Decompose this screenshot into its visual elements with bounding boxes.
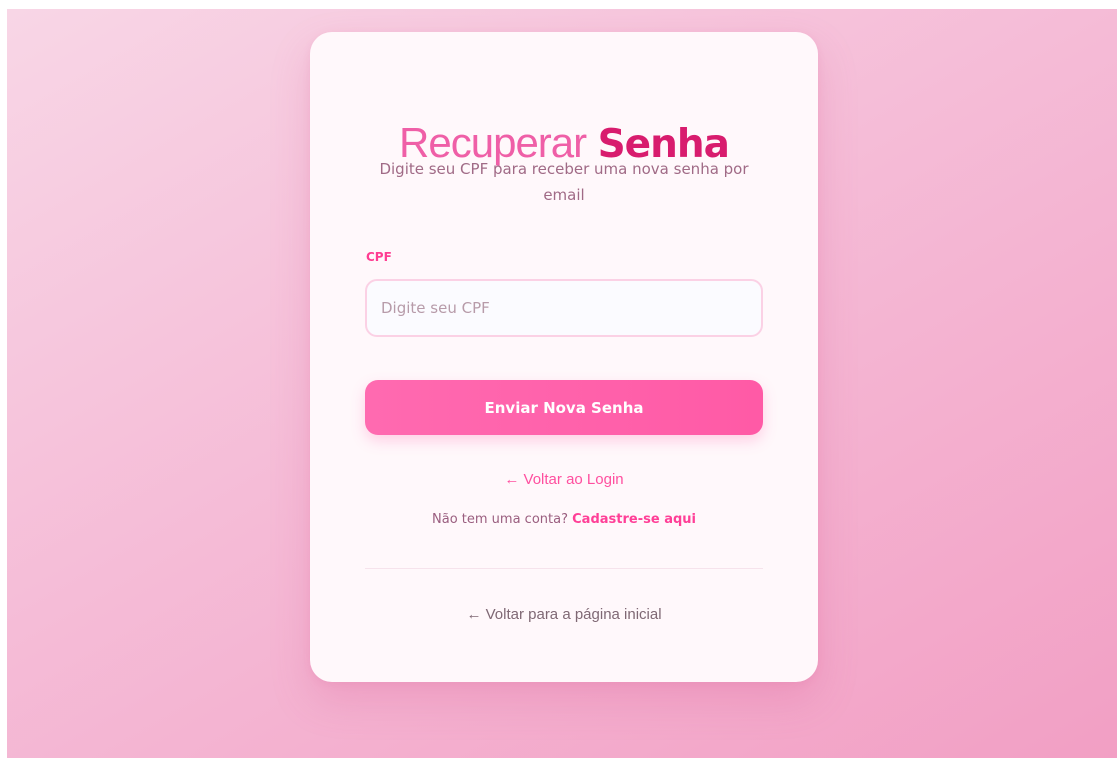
signup-prompt: Não tem uma conta? Cadastre-se aqui [310, 512, 818, 527]
back-to-login-link[interactable]: ← Voltar ao Login [310, 471, 818, 488]
page-background: Recuperar Senha Digite seu CPF para rece… [0, 0, 1117, 758]
cpf-input[interactable] [365, 279, 763, 337]
signup-link[interactable]: Cadastre-se aqui [572, 512, 696, 527]
cpf-label: CPF [366, 250, 392, 264]
page-subtitle: Digite seu CPF para receber uma nova sen… [379, 160, 749, 204]
send-new-password-button[interactable]: Enviar Nova Senha [365, 380, 763, 435]
back-to-home-link[interactable]: ← Voltar para a página inicial [310, 606, 818, 623]
no-account-text: Não tem uma conta? [432, 512, 568, 527]
divider [365, 568, 763, 569]
browser-viewport: Recuperar Senha Digite seu CPF para rece… [7, 9, 1117, 758]
password-recovery-card: Recuperar Senha Digite seu CPF para rece… [310, 32, 818, 682]
